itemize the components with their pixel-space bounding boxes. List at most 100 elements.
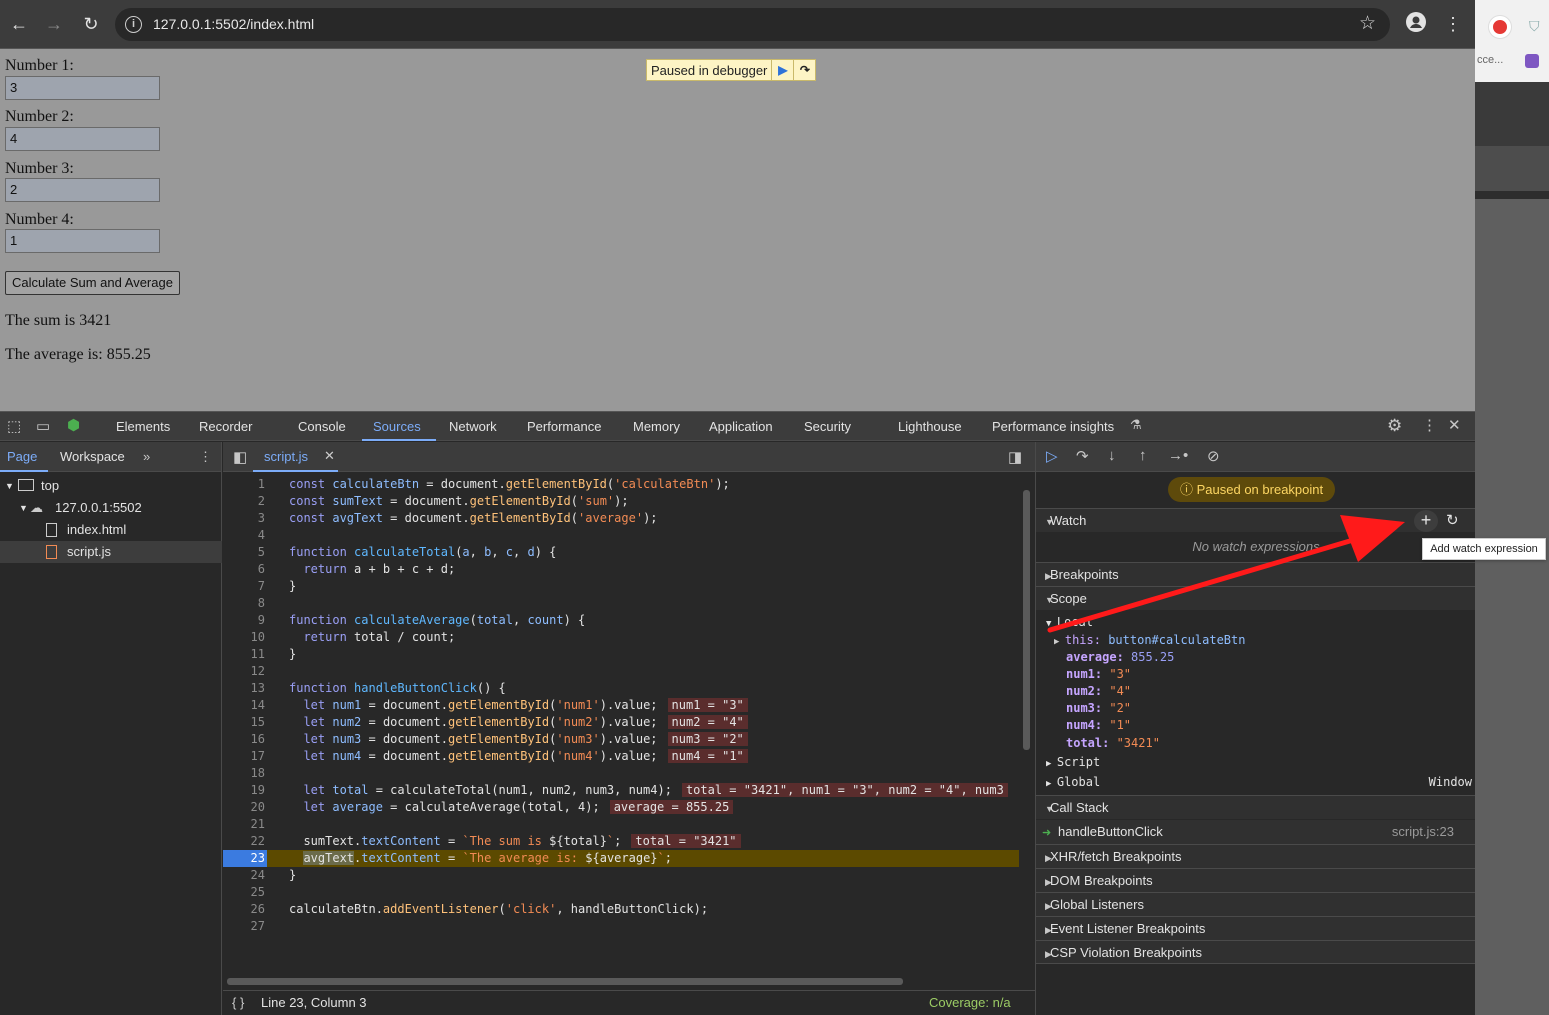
number2-input[interactable]: 4 [5, 127, 160, 151]
resume-icon[interactable]: ▷ [1046, 447, 1058, 465]
number1-input[interactable]: 3 [5, 76, 160, 100]
profile-icon[interactable] [1404, 12, 1428, 36]
tree-item-origin[interactable]: ▼ ☁ 127.0.0.1:5502 [0, 497, 222, 519]
inspect-element-icon[interactable]: ⬚ [7, 417, 21, 435]
code-line: 20 let average = calculateAverage(total,… [223, 799, 1019, 816]
frame-location[interactable]: script.js:23 [1392, 820, 1454, 844]
scope-var-total[interactable]: total: "3421" [1066, 735, 1160, 752]
file-tab-script-js[interactable]: script.js [264, 449, 308, 464]
step-over-icon[interactable]: ↷ [1076, 447, 1089, 465]
back-button[interactable]: ← [7, 12, 31, 36]
section-title: DOM Breakpoints [1050, 873, 1153, 888]
code-line: 26 calculateBtn.addEventListener('click',… [250, 902, 709, 916]
scope-section-header[interactable]: ▼Scope [1036, 586, 1476, 610]
extension-icon[interactable]: ⬢ [67, 416, 80, 434]
browser-menu-icon[interactable]: ⋮ [1441, 12, 1465, 36]
toggle-debugger-icon[interactable]: ◨ [1008, 448, 1022, 466]
tab-recorder[interactable]: Recorder [199, 419, 252, 434]
scope-var-num2[interactable]: num2: "4" [1066, 683, 1131, 700]
tab-memory[interactable]: Memory [633, 419, 680, 434]
pretty-print-icon[interactable]: { } [232, 991, 244, 1015]
scope-script[interactable]: ▶ Script [1046, 754, 1100, 771]
xhr-breakpoints-header[interactable]: ▶XHR/fetch Breakpoints [1036, 844, 1476, 868]
tab-sources[interactable]: Sources [373, 419, 421, 434]
info-icon: ⓘ [1180, 482, 1197, 497]
refresh-watch-icon[interactable]: ↻ [1446, 509, 1459, 533]
tab-application[interactable]: Application [709, 419, 773, 434]
toggle-navigator-icon[interactable]: ◧ [233, 448, 247, 466]
call-frame[interactable]: ➜ handleButtonClick script.js:23 [1036, 820, 1476, 844]
address-bar[interactable]: i 127.0.0.1:5502/index.html ☆ [115, 8, 1390, 41]
tab-lighthouse[interactable]: Lighthouse [898, 419, 962, 434]
reload-button[interactable]: ↻ [79, 12, 103, 36]
paused-banner-text: Paused in debugger [651, 62, 768, 78]
resume-icon[interactable]: ▶ [771, 60, 793, 80]
step-over-icon[interactable]: ↷ [793, 60, 815, 80]
device-toolbar-icon[interactable]: ▭ [36, 417, 50, 435]
watch-section-header[interactable]: ▼Watch + ↻ [1036, 508, 1476, 532]
step-icon[interactable]: →• [1168, 447, 1188, 464]
vertical-scrollbar[interactable] [1023, 490, 1030, 750]
code-lines[interactable]: 1 const calculateBtn = document.getElemen… [223, 476, 1023, 936]
scope-var-average[interactable]: average: 855.25 [1066, 649, 1174, 666]
tab-elements[interactable]: Elements [116, 419, 170, 434]
tab-performance-insights[interactable]: Performance insights [992, 419, 1114, 434]
devtools-menu-icon[interactable]: ⋮ [1422, 416, 1437, 434]
flask-icon: ⚗ [1130, 417, 1142, 432]
scope-global[interactable]: ▶ Global Window [1046, 774, 1472, 791]
sum-text: The sum is 3421 [5, 312, 112, 329]
step-into-icon[interactable]: ↓ [1108, 447, 1116, 464]
editor-tab-bar: ◧ script.js ✕ ◨ [223, 442, 1035, 472]
tab-performance[interactable]: Performance [527, 419, 601, 434]
breakpoint-marker[interactable]: 23 [223, 850, 267, 867]
section-title: CSP Violation Breakpoints [1050, 945, 1203, 960]
scope-local[interactable]: ▼ Local [1046, 614, 1093, 631]
dom-breakpoints-header[interactable]: ▶DOM Breakpoints [1036, 868, 1476, 892]
code-line: 9 function calculateAverage(total, count)… [257, 613, 586, 627]
scope-var-num3[interactable]: num3: "2" [1066, 700, 1131, 717]
scope-var-this[interactable]: ▶ this: button#calculateBtn [1054, 632, 1245, 649]
cloud-icon: ☁ [30, 500, 43, 515]
csp-violation-breakpoints-header[interactable]: ▶CSP Violation Breakpoints [1036, 940, 1476, 964]
code-line: 15 let num2 = document.getElementById('n… [223, 714, 1019, 731]
close-devtools-icon[interactable]: ✕ [1448, 416, 1461, 434]
tab-console[interactable]: Console [298, 419, 346, 434]
number3-label: Number 3: [5, 160, 74, 177]
calculate-button[interactable]: Calculate Sum and Average [5, 271, 180, 295]
number3-input[interactable]: 2 [5, 178, 160, 202]
tab-network[interactable]: Network [449, 419, 497, 434]
add-watch-expression-button[interactable]: + [1414, 510, 1438, 532]
section-title: Global Listeners [1050, 897, 1144, 912]
scope-var-num1[interactable]: num1: "3" [1066, 666, 1131, 683]
bookmark-star-icon[interactable]: ☆ [1359, 12, 1376, 35]
site-info-icon[interactable]: i [125, 16, 142, 33]
number4-input[interactable]: 1 [5, 229, 160, 253]
deactivate-breakpoints-icon[interactable]: ⊘ [1207, 447, 1220, 465]
code-line: 4 [257, 528, 265, 542]
frame-icon [18, 479, 34, 491]
forward-button[interactable]: → [42, 12, 66, 36]
step-out-icon[interactable]: ↑ [1139, 447, 1147, 464]
background-window: ⛉ cce... [1475, 0, 1549, 1015]
tree-item-top[interactable]: ▼ top [0, 475, 222, 497]
tree-label: index.html [67, 522, 127, 537]
call-stack-section-header[interactable]: ▼Call Stack [1036, 795, 1476, 819]
scope-var-num4[interactable]: num4: "1" [1066, 717, 1131, 734]
breakpoints-section-header[interactable]: ▶Breakpoints [1036, 562, 1476, 586]
close-tab-icon[interactable]: ✕ [324, 448, 335, 464]
cursor-position: Line 23, Column 3 [261, 995, 367, 1010]
horizontal-scrollbar[interactable] [227, 978, 903, 985]
global-listeners-header[interactable]: ▶Global Listeners [1036, 892, 1476, 916]
breakpoints-title: Breakpoints [1050, 567, 1119, 582]
settings-gear-icon[interactable]: ⚙ [1387, 416, 1402, 436]
tree-item-index-html[interactable]: index.html [0, 519, 222, 541]
navigator-menu-icon[interactable]: ⋮ [199, 449, 212, 465]
tree-item-script-js[interactable]: script.js [0, 541, 222, 563]
code-line: 22 sumText.textContent = `The sum is ${t… [223, 833, 1019, 850]
tab-workspace[interactable]: Workspace [60, 449, 125, 464]
event-listener-breakpoints-header[interactable]: ▶Event Listener Breakpoints [1036, 916, 1476, 940]
more-tabs-icon[interactable]: » [143, 449, 150, 464]
tab-security[interactable]: Security [804, 419, 851, 434]
tab-page[interactable]: Page [7, 449, 37, 464]
watch-title: Watch [1050, 513, 1087, 528]
